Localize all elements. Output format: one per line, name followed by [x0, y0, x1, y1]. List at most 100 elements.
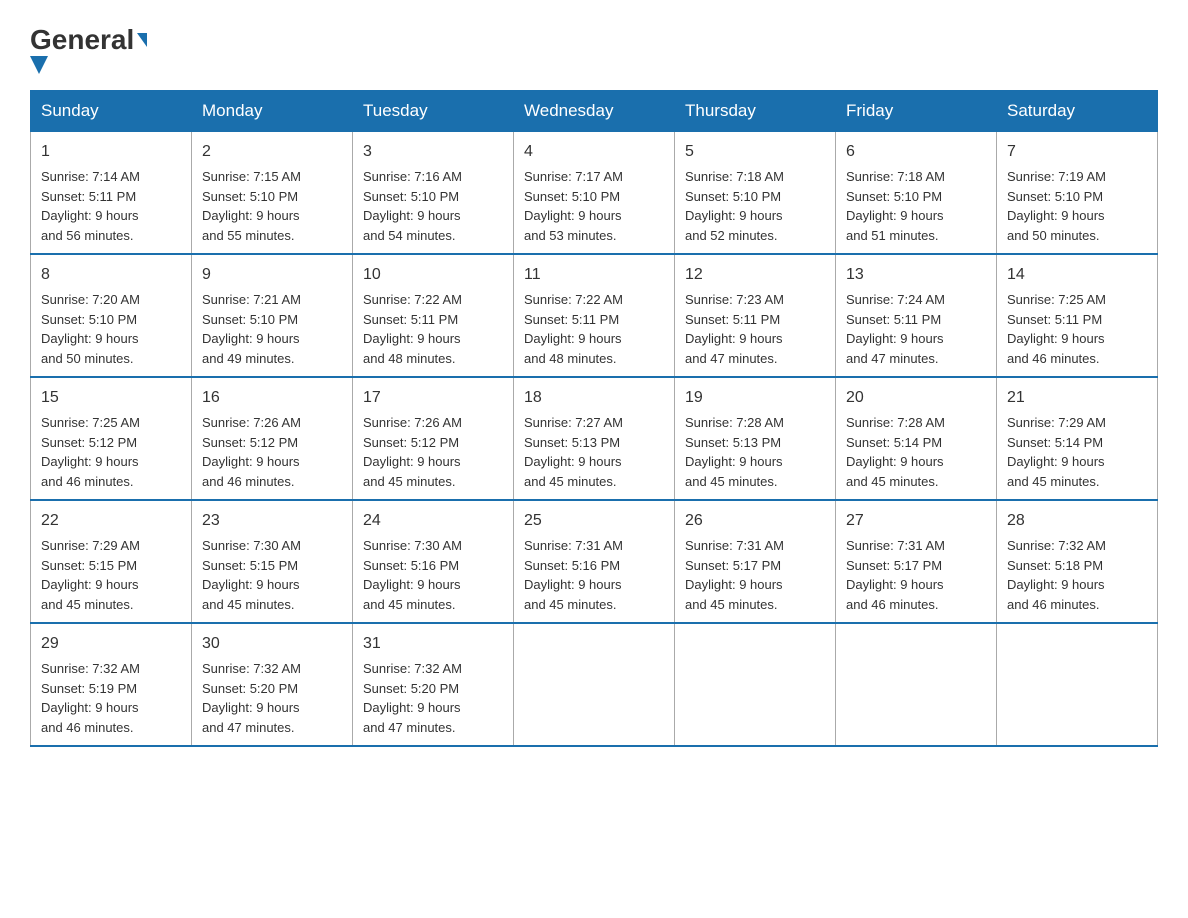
day-number: 10 [363, 263, 503, 287]
day-info: Sunrise: 7:32 AMSunset: 5:19 PMDaylight:… [41, 661, 140, 735]
day-info: Sunrise: 7:32 AMSunset: 5:18 PMDaylight:… [1007, 538, 1106, 612]
calendar-cell: 18 Sunrise: 7:27 AMSunset: 5:13 PMDaylig… [514, 377, 675, 500]
day-number: 9 [202, 263, 342, 287]
day-number: 12 [685, 263, 825, 287]
day-info: Sunrise: 7:30 AMSunset: 5:16 PMDaylight:… [363, 538, 462, 612]
day-info: Sunrise: 7:19 AMSunset: 5:10 PMDaylight:… [1007, 169, 1106, 243]
calendar-week-row: 8 Sunrise: 7:20 AMSunset: 5:10 PMDayligh… [31, 254, 1158, 377]
day-info: Sunrise: 7:24 AMSunset: 5:11 PMDaylight:… [846, 292, 945, 366]
calendar-cell: 16 Sunrise: 7:26 AMSunset: 5:12 PMDaylig… [192, 377, 353, 500]
calendar-cell: 11 Sunrise: 7:22 AMSunset: 5:11 PMDaylig… [514, 254, 675, 377]
day-number: 3 [363, 140, 503, 164]
calendar-week-row: 1 Sunrise: 7:14 AMSunset: 5:11 PMDayligh… [31, 132, 1158, 255]
calendar-header-row: SundayMondayTuesdayWednesdayThursdayFrid… [31, 91, 1158, 132]
col-header-wednesday: Wednesday [514, 91, 675, 132]
calendar-cell: 8 Sunrise: 7:20 AMSunset: 5:10 PMDayligh… [31, 254, 192, 377]
calendar-cell: 24 Sunrise: 7:30 AMSunset: 5:16 PMDaylig… [353, 500, 514, 623]
day-info: Sunrise: 7:22 AMSunset: 5:11 PMDaylight:… [524, 292, 623, 366]
day-info: Sunrise: 7:23 AMSunset: 5:11 PMDaylight:… [685, 292, 784, 366]
calendar-cell: 26 Sunrise: 7:31 AMSunset: 5:17 PMDaylig… [675, 500, 836, 623]
page-header: General [30, 24, 1158, 74]
calendar-cell: 28 Sunrise: 7:32 AMSunset: 5:18 PMDaylig… [997, 500, 1158, 623]
day-number: 7 [1007, 140, 1147, 164]
day-info: Sunrise: 7:32 AMSunset: 5:20 PMDaylight:… [363, 661, 462, 735]
col-header-sunday: Sunday [31, 91, 192, 132]
day-number: 1 [41, 140, 181, 164]
calendar-cell: 5 Sunrise: 7:18 AMSunset: 5:10 PMDayligh… [675, 132, 836, 255]
calendar-cell: 13 Sunrise: 7:24 AMSunset: 5:11 PMDaylig… [836, 254, 997, 377]
calendar-cell: 19 Sunrise: 7:28 AMSunset: 5:13 PMDaylig… [675, 377, 836, 500]
day-info: Sunrise: 7:25 AMSunset: 5:12 PMDaylight:… [41, 415, 140, 489]
logo-general-text: General [30, 24, 134, 56]
calendar-week-row: 22 Sunrise: 7:29 AMSunset: 5:15 PMDaylig… [31, 500, 1158, 623]
day-info: Sunrise: 7:14 AMSunset: 5:11 PMDaylight:… [41, 169, 140, 243]
day-info: Sunrise: 7:32 AMSunset: 5:20 PMDaylight:… [202, 661, 301, 735]
day-number: 11 [524, 263, 664, 287]
day-number: 5 [685, 140, 825, 164]
calendar-cell: 30 Sunrise: 7:32 AMSunset: 5:20 PMDaylig… [192, 623, 353, 746]
day-number: 14 [1007, 263, 1147, 287]
col-header-monday: Monday [192, 91, 353, 132]
calendar-cell: 1 Sunrise: 7:14 AMSunset: 5:11 PMDayligh… [31, 132, 192, 255]
day-info: Sunrise: 7:26 AMSunset: 5:12 PMDaylight:… [363, 415, 462, 489]
calendar-cell: 6 Sunrise: 7:18 AMSunset: 5:10 PMDayligh… [836, 132, 997, 255]
calendar-cell [836, 623, 997, 746]
calendar-cell: 25 Sunrise: 7:31 AMSunset: 5:16 PMDaylig… [514, 500, 675, 623]
day-number: 13 [846, 263, 986, 287]
calendar-cell: 7 Sunrise: 7:19 AMSunset: 5:10 PMDayligh… [997, 132, 1158, 255]
col-header-saturday: Saturday [997, 91, 1158, 132]
calendar-cell: 10 Sunrise: 7:22 AMSunset: 5:11 PMDaylig… [353, 254, 514, 377]
calendar-cell: 21 Sunrise: 7:29 AMSunset: 5:14 PMDaylig… [997, 377, 1158, 500]
day-number: 16 [202, 386, 342, 410]
day-number: 23 [202, 509, 342, 533]
day-info: Sunrise: 7:18 AMSunset: 5:10 PMDaylight:… [685, 169, 784, 243]
logo: General [30, 24, 147, 74]
calendar-cell: 29 Sunrise: 7:32 AMSunset: 5:19 PMDaylig… [31, 623, 192, 746]
day-info: Sunrise: 7:22 AMSunset: 5:11 PMDaylight:… [363, 292, 462, 366]
day-number: 27 [846, 509, 986, 533]
col-header-thursday: Thursday [675, 91, 836, 132]
calendar-cell: 12 Sunrise: 7:23 AMSunset: 5:11 PMDaylig… [675, 254, 836, 377]
calendar-cell: 2 Sunrise: 7:15 AMSunset: 5:10 PMDayligh… [192, 132, 353, 255]
calendar-week-row: 29 Sunrise: 7:32 AMSunset: 5:19 PMDaylig… [31, 623, 1158, 746]
calendar-cell: 15 Sunrise: 7:25 AMSunset: 5:12 PMDaylig… [31, 377, 192, 500]
day-number: 15 [41, 386, 181, 410]
calendar-table: SundayMondayTuesdayWednesdayThursdayFrid… [30, 90, 1158, 747]
calendar-cell: 17 Sunrise: 7:26 AMSunset: 5:12 PMDaylig… [353, 377, 514, 500]
day-number: 21 [1007, 386, 1147, 410]
day-number: 30 [202, 632, 342, 656]
day-number: 31 [363, 632, 503, 656]
calendar-cell: 20 Sunrise: 7:28 AMSunset: 5:14 PMDaylig… [836, 377, 997, 500]
day-number: 17 [363, 386, 503, 410]
day-number: 8 [41, 263, 181, 287]
day-info: Sunrise: 7:15 AMSunset: 5:10 PMDaylight:… [202, 169, 301, 243]
day-number: 6 [846, 140, 986, 164]
logo-triangle-icon [137, 33, 147, 47]
day-info: Sunrise: 7:31 AMSunset: 5:16 PMDaylight:… [524, 538, 623, 612]
day-info: Sunrise: 7:28 AMSunset: 5:13 PMDaylight:… [685, 415, 784, 489]
day-number: 26 [685, 509, 825, 533]
day-info: Sunrise: 7:31 AMSunset: 5:17 PMDaylight:… [846, 538, 945, 612]
day-info: Sunrise: 7:29 AMSunset: 5:15 PMDaylight:… [41, 538, 140, 612]
day-info: Sunrise: 7:18 AMSunset: 5:10 PMDaylight:… [846, 169, 945, 243]
day-number: 18 [524, 386, 664, 410]
day-info: Sunrise: 7:16 AMSunset: 5:10 PMDaylight:… [363, 169, 462, 243]
day-info: Sunrise: 7:29 AMSunset: 5:14 PMDaylight:… [1007, 415, 1106, 489]
calendar-cell [997, 623, 1158, 746]
day-info: Sunrise: 7:30 AMSunset: 5:15 PMDaylight:… [202, 538, 301, 612]
day-number: 20 [846, 386, 986, 410]
day-info: Sunrise: 7:27 AMSunset: 5:13 PMDaylight:… [524, 415, 623, 489]
calendar-cell: 23 Sunrise: 7:30 AMSunset: 5:15 PMDaylig… [192, 500, 353, 623]
calendar-cell: 27 Sunrise: 7:31 AMSunset: 5:17 PMDaylig… [836, 500, 997, 623]
day-number: 25 [524, 509, 664, 533]
day-info: Sunrise: 7:28 AMSunset: 5:14 PMDaylight:… [846, 415, 945, 489]
day-number: 29 [41, 632, 181, 656]
day-number: 22 [41, 509, 181, 533]
col-header-friday: Friday [836, 91, 997, 132]
calendar-cell: 14 Sunrise: 7:25 AMSunset: 5:11 PMDaylig… [997, 254, 1158, 377]
calendar-cell: 22 Sunrise: 7:29 AMSunset: 5:15 PMDaylig… [31, 500, 192, 623]
calendar-week-row: 15 Sunrise: 7:25 AMSunset: 5:12 PMDaylig… [31, 377, 1158, 500]
day-number: 4 [524, 140, 664, 164]
col-header-tuesday: Tuesday [353, 91, 514, 132]
day-info: Sunrise: 7:31 AMSunset: 5:17 PMDaylight:… [685, 538, 784, 612]
